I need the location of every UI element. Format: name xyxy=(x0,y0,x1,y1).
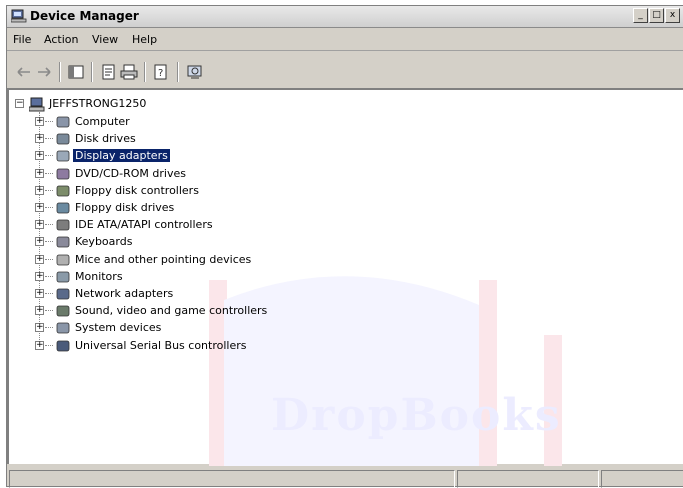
tree-connector xyxy=(45,138,53,140)
network-adapter-icon xyxy=(56,288,70,300)
minimize-button[interactable]: _ xyxy=(633,8,648,23)
status-cell-2 xyxy=(457,470,599,488)
tree-item-label: Keyboards xyxy=(75,235,133,249)
tree-connector xyxy=(45,275,53,277)
computer-icon xyxy=(56,116,70,128)
properties-icon[interactable] xyxy=(100,63,118,81)
forward-arrow-icon[interactable] xyxy=(35,63,53,81)
tree-item-label: Computer xyxy=(75,115,130,128)
expand-icon[interactable]: + xyxy=(35,306,44,316)
close-button[interactable]: x xyxy=(665,8,680,23)
sound-icon xyxy=(56,305,70,317)
status-cell-3 xyxy=(601,470,683,488)
expand-icon[interactable]: + xyxy=(35,340,44,350)
tree-connector xyxy=(45,172,53,174)
tree-connector xyxy=(45,293,53,294)
menu-view[interactable]: View xyxy=(92,33,118,46)
toolbar-separator xyxy=(177,62,179,82)
device-manager-window: Device Manager _ □ x File Action View He… xyxy=(6,5,683,488)
expand-icon[interactable]: + xyxy=(35,323,44,333)
tree-item-label: Monitors xyxy=(75,269,123,283)
tree-item-label: Mice and other pointing devices xyxy=(75,252,252,266)
tree-item-label: Disk drives xyxy=(75,132,136,146)
menu-bar: File Action View Help xyxy=(7,28,683,51)
expand-icon[interactable]: + xyxy=(35,203,44,212)
tree-item-label: System devices xyxy=(75,321,162,335)
expand-icon[interactable]: + xyxy=(35,134,44,144)
tree-connector xyxy=(45,241,53,243)
expand-icon[interactable]: + xyxy=(35,185,44,195)
tree-connector xyxy=(45,189,53,191)
tree-item-label: Display adapters xyxy=(73,149,170,163)
expand-icon[interactable]: + xyxy=(35,237,44,247)
tree-item-label: Floppy disk controllers xyxy=(75,183,199,197)
tree-item-label: Sound, video and game controllers xyxy=(75,304,268,318)
title-bar[interactable]: Device Manager _ □ x xyxy=(7,6,683,28)
menu-file[interactable]: File xyxy=(13,33,31,46)
cdrom-icon xyxy=(56,168,70,179)
tree-item-label: IDE ATA/ATAPI controllers xyxy=(75,218,213,232)
tree-connector xyxy=(45,344,53,346)
window-title: Device Manager xyxy=(30,9,139,23)
toolbar: ? xyxy=(7,52,683,92)
expand-icon[interactable]: + xyxy=(35,168,44,178)
tree-connector xyxy=(45,258,53,260)
toolbar-separator xyxy=(59,62,61,82)
tree-connector xyxy=(45,155,53,157)
usb-icon xyxy=(56,340,70,351)
device-manager-icon xyxy=(11,9,27,23)
status-bar xyxy=(7,468,683,488)
expand-icon[interactable]: + xyxy=(35,271,44,281)
tree-connector xyxy=(45,310,53,312)
tree-connector xyxy=(45,207,53,208)
status-cell-main xyxy=(9,470,455,488)
show-hide-tree-icon[interactable] xyxy=(67,63,85,81)
tree-connector xyxy=(45,327,53,329)
expand-icon[interactable]: + xyxy=(35,117,44,126)
computer-root-icon xyxy=(29,97,45,112)
device-tree-pane[interactable]: DropBooks − JEFFSTRONG1250 + Computer + Dis… xyxy=(7,88,683,466)
scan-hardware-icon[interactable] xyxy=(186,63,204,81)
tree-item-label: Floppy disk drives xyxy=(75,201,175,214)
floppy-controller-icon xyxy=(56,185,70,197)
mouse-icon xyxy=(56,254,70,265)
watermark-text: DropBooks xyxy=(271,390,562,441)
ide-controller-icon xyxy=(56,219,70,231)
tree-item-label: Network adapters xyxy=(75,287,174,300)
expand-icon[interactable]: + xyxy=(35,289,44,298)
tree-root-label: JEFFSTRONG1250 xyxy=(49,97,147,110)
maximize-button[interactable]: □ xyxy=(649,8,664,23)
print-icon[interactable] xyxy=(120,63,138,81)
keyboard-icon xyxy=(56,236,70,248)
display-adapter-icon xyxy=(56,150,70,162)
tree-connector xyxy=(45,121,53,122)
system-devices-icon xyxy=(56,322,70,334)
menu-help[interactable]: Help xyxy=(132,33,157,46)
toolbar-separator xyxy=(91,62,93,82)
toolbar-separator xyxy=(144,62,146,82)
menu-action[interactable]: Action xyxy=(44,33,78,46)
tree-connector xyxy=(45,224,53,226)
svg-text:?: ? xyxy=(158,68,163,79)
help-icon[interactable]: ? xyxy=(152,63,170,81)
floppy-drive-icon xyxy=(56,202,70,214)
monitor-icon xyxy=(56,271,70,283)
back-arrow-icon[interactable] xyxy=(15,63,33,81)
expand-icon[interactable]: + xyxy=(35,254,44,264)
expand-icon[interactable]: + xyxy=(35,151,44,161)
expand-icon[interactable]: + xyxy=(35,220,44,230)
tree-item-label: Universal Serial Bus controllers xyxy=(75,338,247,352)
tree-item-label: DVD/CD-ROM drives xyxy=(75,166,186,180)
collapse-icon[interactable]: − xyxy=(15,99,24,108)
disk-drive-icon xyxy=(56,133,70,145)
